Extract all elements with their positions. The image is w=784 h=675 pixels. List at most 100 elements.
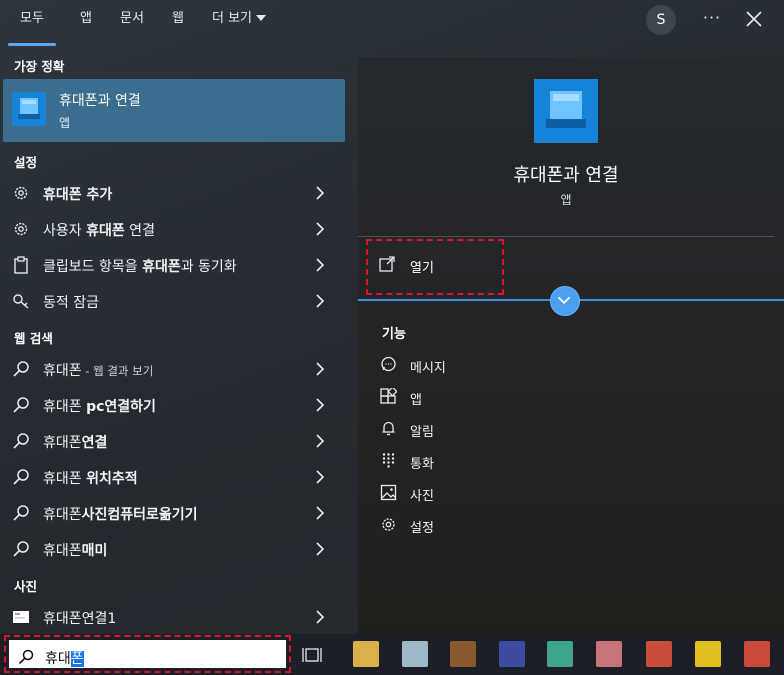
photo-result-label: 휴대폰연결1 — [43, 611, 117, 627]
web-result-item[interactable]: 휴대폰 위치추적 — [0, 459, 345, 495]
web-result-item[interactable]: 휴대폰 pc연결하기 — [0, 387, 345, 423]
apps-icon — [380, 388, 397, 404]
search-box-highlight[interactable]: 휴대폰 — [4, 635, 291, 673]
search-icon — [13, 505, 29, 521]
search-icon — [13, 433, 29, 449]
best-match-type: 앱 — [59, 116, 71, 130]
feature-label: 사진 — [410, 489, 434, 504]
settings-item-label: 클립보드 항목을 휴대폰과 동기화 — [43, 259, 237, 275]
task-view-icon[interactable] — [302, 645, 322, 665]
chevron-right-icon — [316, 610, 325, 624]
gear-icon — [382, 518, 395, 531]
search-text: 휴대폰 — [45, 648, 84, 668]
gear-icon — [14, 186, 28, 200]
photo-thumbnail-icon — [13, 611, 29, 623]
expand-button[interactable] — [550, 286, 580, 316]
taskbar-app-3[interactable] — [450, 641, 476, 667]
tab-apps[interactable]: 앱 — [72, 0, 100, 46]
phone-link-app-icon — [534, 79, 598, 143]
web-result-item[interactable]: 휴대폰연결 — [0, 423, 345, 459]
search-icon — [18, 649, 34, 665]
chevron-right-icon — [316, 398, 325, 412]
taskbar-app-6[interactable] — [596, 641, 622, 667]
taskbar-app-1[interactable] — [353, 641, 379, 667]
bell-icon — [382, 421, 395, 436]
account-avatar[interactable]: S — [646, 5, 676, 35]
chevron-right-icon — [316, 222, 325, 236]
taskbar-app-2[interactable] — [402, 641, 428, 667]
chat-icon — [381, 356, 396, 372]
settings-item-dynamic-lock[interactable]: 동적 잠금 — [0, 283, 345, 319]
feature-label: 알림 — [410, 425, 434, 440]
feature-photos[interactable]: 사진 — [380, 482, 580, 506]
feature-label: 설정 — [410, 521, 434, 536]
more-options-button[interactable]: ··· — [700, 8, 724, 32]
open-external-icon — [379, 256, 395, 272]
tab-web[interactable]: 웹 — [164, 0, 192, 46]
close-icon[interactable] — [742, 7, 766, 31]
web-result-item[interactable]: 휴대폰 - 웹 결과 보기 — [0, 351, 345, 387]
feature-label: 메시지 — [410, 361, 446, 376]
web-result-item[interactable]: 휴대폰사진컴퓨터로옮기기 — [0, 495, 345, 531]
phone-link-app-icon — [12, 92, 46, 126]
web-result-label: 휴대폰 - 웹 결과 보기 — [43, 363, 154, 379]
tab-more[interactable]: 더 보기 — [204, 0, 274, 46]
feature-messages[interactable]: 메시지 — [380, 354, 580, 378]
preview-app-type: 앱 — [560, 193, 572, 207]
search-icon — [13, 541, 29, 557]
clipboard-icon — [14, 256, 28, 274]
settings-item-label: 휴대폰 추가 — [43, 187, 113, 203]
search-icon — [13, 397, 29, 413]
settings-item-user-phone-link[interactable]: 사용자 휴대폰 연결 — [0, 211, 345, 247]
image-icon — [380, 484, 397, 501]
web-result-label: 휴대폰 위치추적 — [43, 471, 138, 487]
feature-label: 앱 — [410, 393, 422, 408]
tab-all[interactable]: 모두 — [6, 0, 58, 46]
web-result-item[interactable]: 휴대폰매미 — [0, 531, 345, 567]
feature-notifications[interactable]: 알림 — [380, 418, 580, 442]
chevron-right-icon — [316, 506, 325, 520]
photos-heading: 사진 — [14, 579, 38, 594]
settings-item-add-phone[interactable]: 휴대폰 추가 — [0, 175, 345, 211]
features-heading: 기능 — [382, 327, 406, 342]
taskbar-app-7[interactable] — [646, 641, 672, 667]
web-result-label: 휴대폰연결 — [43, 435, 108, 451]
settings-item-label: 동적 잠금 — [43, 295, 99, 311]
divider — [358, 236, 774, 237]
settings-heading: 설정 — [14, 155, 38, 170]
chevron-right-icon — [316, 542, 325, 556]
preview-app-name: 휴대폰과 연결 — [513, 165, 619, 186]
settings-item-label: 사용자 휴대폰 연결 — [43, 223, 155, 239]
tab-documents[interactable]: 문서 — [112, 0, 152, 46]
web-result-label: 휴대폰매미 — [43, 543, 108, 559]
search-input[interactable]: 휴대폰 — [9, 640, 286, 668]
dialpad-icon — [382, 453, 395, 468]
search-icon — [13, 361, 29, 377]
feature-settings[interactable]: 설정 — [380, 514, 580, 538]
chevron-right-icon — [316, 470, 325, 484]
search-icon — [13, 469, 29, 485]
feature-label: 통화 — [410, 457, 434, 472]
open-button[interactable]: 열기 — [410, 257, 434, 276]
search-selected-text: 폰 — [70, 651, 84, 667]
preview-pane: 휴대폰과 연결 앱 열기 기능 메시지 앱 알림 통화 사진 설정 — [358, 57, 784, 634]
feature-apps[interactable]: 앱 — [380, 386, 580, 410]
best-match-result[interactable]: 휴대폰과 연결 앱 — [3, 79, 345, 142]
chevron-down-icon — [557, 296, 571, 305]
chevron-right-icon — [316, 258, 325, 272]
taskbar-app-8[interactable] — [695, 641, 721, 667]
web-result-label: 휴대폰사진컴퓨터로옮기기 — [43, 507, 198, 523]
key-icon — [13, 294, 29, 309]
web-search-heading: 웹 검색 — [14, 331, 53, 346]
chevron-right-icon — [316, 186, 325, 200]
settings-item-clipboard-sync[interactable]: 클립보드 항목을 휴대폰과 동기화 — [0, 247, 345, 283]
taskbar-app-5[interactable] — [547, 641, 573, 667]
taskbar-app-9[interactable] — [744, 641, 770, 667]
caret-down-icon — [256, 15, 266, 21]
gear-icon — [14, 222, 28, 236]
feature-calls[interactable]: 통화 — [380, 450, 580, 474]
photo-result-item[interactable]: 휴대폰연결1 — [0, 599, 345, 635]
search-typed-text: 휴대 — [45, 651, 71, 667]
taskbar-app-4[interactable] — [499, 641, 525, 667]
tab-more-label: 더 보기 — [211, 11, 252, 26]
